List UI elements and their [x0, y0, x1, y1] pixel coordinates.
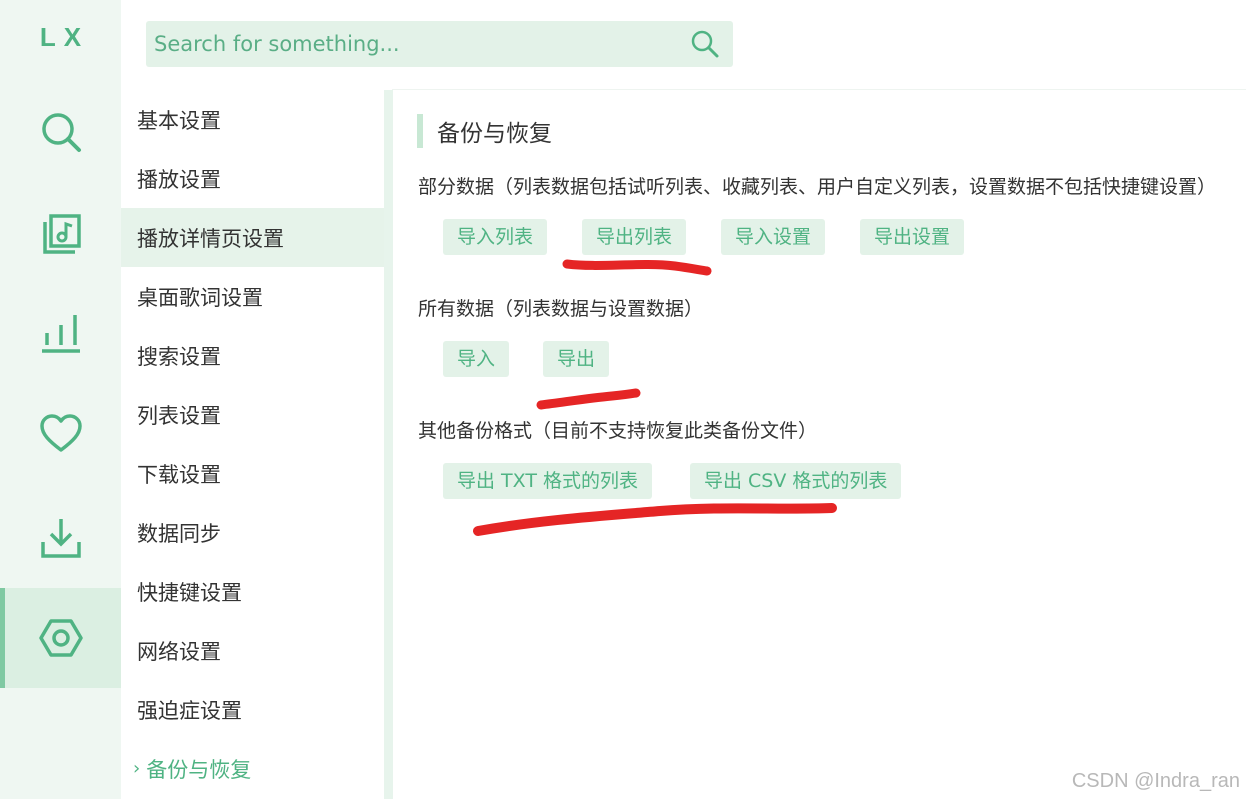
import-all-button[interactable]: 导入 [443, 341, 510, 377]
rail-my-list-button[interactable] [0, 184, 121, 284]
nav-item-label: 数据同步 [137, 521, 221, 546]
search-bar [146, 21, 733, 67]
nav-item-hotkey[interactable]: 快捷键设置 [121, 562, 384, 621]
chart-bars-icon [41, 315, 80, 353]
export-settings-button[interactable]: 导出设置 [860, 219, 965, 255]
nav-item-label: 快捷键设置 [137, 580, 242, 605]
rail-download-button[interactable] [0, 488, 121, 588]
music-list-icon [42, 214, 81, 254]
rail-search-button[interactable] [0, 82, 121, 182]
app-window: LX Search for something... 基本设置 播放设置 播放详… [0, 0, 1246, 799]
icon-rail: LX [0, 0, 121, 799]
other-format-desc: 其他备份格式（目前不支持恢复此类备份文件） [418, 420, 818, 442]
nav-item-desktop-lyric[interactable]: 桌面歌词设置 [121, 267, 384, 326]
nav-item-label: 备份与恢复 [146, 757, 252, 782]
search-icon [41, 113, 81, 152]
section-title-text: 备份与恢复 [437, 121, 552, 147]
nav-item-download[interactable]: 下载设置 [121, 444, 384, 503]
nav-item-sync[interactable]: 数据同步 [121, 503, 384, 562]
nav-item-play[interactable]: 播放设置 [121, 149, 384, 208]
heart-icon [39, 414, 82, 452]
settings-content: 备份与恢复 部分数据（列表数据包括试听列表、收藏列表、用户自定义列表，设置数据不… [393, 90, 1246, 799]
export-csv-button[interactable]: 导出 CSV 格式的列表 [690, 463, 902, 499]
export-txt-button[interactable]: 导出 TXT 格式的列表 [443, 463, 652, 499]
nav-item-label: 搜索设置 [137, 344, 221, 369]
import-list-button[interactable]: 导入列表 [443, 219, 548, 255]
nav-item-label: 播放详情页设置 [137, 226, 284, 251]
nav-item-network[interactable]: 网络设置 [121, 621, 384, 680]
search-input[interactable] [146, 31, 677, 57]
settings-nav: 基本设置 播放设置 播放详情页设置 桌面歌词设置 搜索设置 列表设置 下载设置 … [121, 90, 384, 799]
all-data-desc: 所有数据（列表数据与设置数据） [418, 298, 704, 320]
search-submit-button[interactable] [677, 21, 733, 67]
nav-item-label: 列表设置 [137, 403, 221, 428]
chevron-right-icon: › [133, 758, 141, 779]
section-title: 备份与恢复 [417, 114, 552, 148]
nav-item-odc[interactable]: 强迫症设置 [121, 680, 384, 739]
nav-item-play-detail[interactable]: 播放详情页设置 [121, 208, 384, 267]
settings-hexagon-icon [38, 619, 83, 657]
nav-item-label: 网络设置 [137, 639, 221, 664]
nav-item-search[interactable]: 搜索设置 [121, 326, 384, 385]
search-icon [691, 30, 719, 58]
partial-data-desc: 部分数据（列表数据包括试听列表、收藏列表、用户自定义列表，设置数据不包括快捷键设… [418, 176, 1217, 198]
download-icon [40, 519, 81, 558]
import-settings-button[interactable]: 导入设置 [721, 219, 826, 255]
watermark: CSDN @Indra_ran [1071, 770, 1240, 792]
rail-favorites-button[interactable] [0, 384, 121, 484]
nav-scrollbar[interactable] [384, 90, 393, 799]
export-list-button[interactable]: 导出列表 [582, 219, 687, 255]
nav-item-label: 下载设置 [137, 462, 221, 487]
nav-item-list[interactable]: 列表设置 [121, 385, 384, 444]
app-logo: LX [39, 22, 90, 52]
nav-item-label: 播放设置 [137, 167, 221, 192]
nav-item-basic[interactable]: 基本设置 [121, 90, 384, 149]
rail-leaderboard-button[interactable] [0, 283, 121, 383]
rail-settings-button[interactable] [0, 588, 121, 688]
nav-item-backup[interactable]: › 备份与恢复 [121, 739, 384, 798]
nav-item-label: 桌面歌词设置 [137, 285, 263, 310]
nav-item-label: 基本设置 [137, 108, 221, 133]
export-all-button[interactable]: 导出 [543, 341, 610, 377]
nav-item-label: 强迫症设置 [137, 698, 242, 723]
